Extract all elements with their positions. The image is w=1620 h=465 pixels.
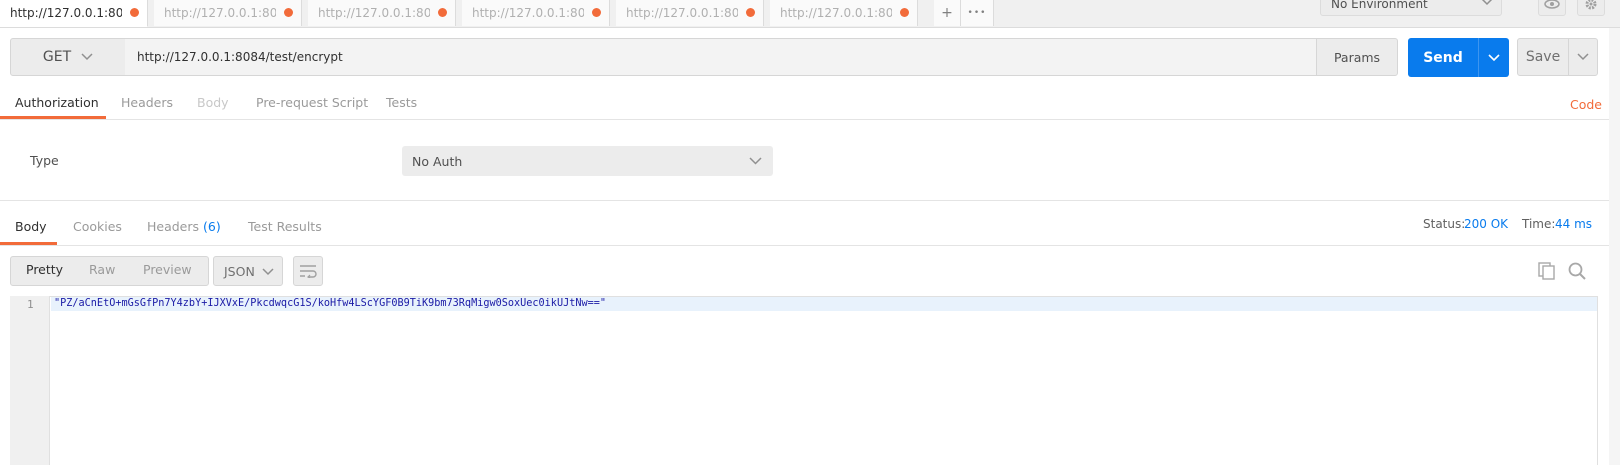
line-number-gutter [10, 296, 50, 465]
method-value: GET [42, 49, 72, 65]
tab-label: Body [15, 219, 47, 234]
manage-environments-button[interactable] [1577, 0, 1605, 16]
request-tab-3[interactable]: http://127.0.0.1:8084 [308, 0, 456, 26]
unsaved-dot-icon [438, 8, 447, 17]
request-tab-6[interactable]: http://127.0.0.1:8084 [770, 0, 918, 26]
format-raw-button[interactable]: Raw [89, 262, 115, 277]
url-input[interactable]: http://127.0.0.1:8084/test/encrypt [125, 38, 1317, 76]
tab-label: Tests [386, 95, 418, 110]
chevron-down-icon [749, 157, 762, 165]
unsaved-dot-icon [130, 8, 139, 17]
tab-tests[interactable]: Tests [386, 95, 417, 117]
response-tab-cookies[interactable]: Cookies [73, 219, 122, 234]
search-button[interactable] [1568, 262, 1586, 283]
tab-label: Body [197, 95, 229, 110]
unsaved-dot-icon [900, 8, 909, 17]
copy-icon [1538, 262, 1555, 280]
request-tab-4[interactable]: http://127.0.0.1:8084 [462, 0, 610, 26]
send-button[interactable]: Send [1408, 38, 1478, 77]
time-value: 44 ms [1555, 217, 1593, 231]
status-value: 200 OK [1464, 217, 1509, 231]
format-label: Preview [143, 262, 192, 277]
request-tab-1[interactable]: http://127.0.0.1:8084 [0, 0, 148, 27]
format-label: Pretty [26, 262, 64, 277]
add-tab-button[interactable]: + [934, 0, 961, 26]
wrap-lines-button[interactable] [293, 256, 323, 286]
environment-select-value: No Environment [1331, 0, 1428, 11]
save-options-button[interactable] [1568, 38, 1598, 76]
tab-label: http://127.0.0.1:8084 [626, 6, 738, 20]
request-tab-2[interactable]: http://127.0.0.1:8084 [154, 0, 302, 26]
auth-type-select[interactable]: No Auth [402, 146, 773, 176]
auth-type-label: Type [30, 153, 59, 168]
chevron-down-icon [81, 53, 93, 61]
gear-icon [1585, 0, 1597, 10]
format-preview-button[interactable]: Preview [143, 262, 192, 277]
tab-label: http://127.0.0.1:8084 [318, 6, 430, 20]
divider [0, 245, 1610, 246]
line-number: 1 [27, 298, 34, 311]
status-label: Status: [1423, 217, 1466, 231]
params-button[interactable]: Params [1316, 38, 1398, 76]
chevron-down-icon [1577, 53, 1589, 61]
search-icon [1568, 262, 1586, 280]
response-body-line: "PZ/aCnEtO+mGsGfPn7Y4zbY+IJXVxE/PkcdwqcG… [54, 298, 607, 309]
send-label: Send [1423, 49, 1463, 66]
code-link-label: Code [1570, 97, 1603, 112]
generate-code-link[interactable]: Code [1570, 97, 1602, 112]
tab-label: Test Results [248, 219, 322, 234]
tab-label: Cookies [73, 219, 122, 234]
auth-type-value: No Auth [412, 153, 463, 169]
tab-label: http://127.0.0.1:8084 [164, 6, 276, 20]
tab-authorization[interactable]: Authorization [15, 95, 99, 117]
wrap-icon [300, 265, 317, 278]
tab-label: http://127.0.0.1:8084 [10, 6, 122, 20]
method-select[interactable]: GET [10, 38, 126, 76]
send-options-button[interactable] [1478, 38, 1509, 77]
tab-label: http://127.0.0.1:8084 [472, 6, 584, 20]
language-select[interactable]: JSON [213, 256, 283, 286]
time-label: Time: [1522, 217, 1556, 231]
chevron-down-icon [262, 268, 274, 276]
response-tab-test-results[interactable]: Test Results [248, 219, 322, 234]
copy-button[interactable] [1538, 262, 1556, 283]
environment-quick-look-button[interactable] [1538, 0, 1566, 16]
response-body-editor[interactable] [10, 296, 1598, 465]
response-tab-body[interactable]: Body [15, 219, 47, 234]
eye-icon [1544, 0, 1560, 9]
save-button[interactable]: Save [1517, 38, 1569, 76]
chevron-down-icon [1488, 53, 1500, 61]
tab-label: http://127.0.0.1:8084 [780, 6, 892, 20]
tab-body: Body [197, 95, 229, 117]
chevron-down-icon [1481, 0, 1493, 6]
divider [0, 200, 1610, 201]
tab-label: Authorization [15, 95, 99, 110]
tab-label: Headers [121, 95, 174, 110]
language-value: JSON [224, 263, 255, 279]
format-label: Raw [89, 262, 116, 277]
tab-label: Headers [147, 219, 200, 234]
unsaved-dot-icon [592, 8, 601, 17]
tab-pre-request-script[interactable]: Pre-request Script [256, 95, 368, 117]
url-value: http://127.0.0.1:8084/test/encrypt [137, 50, 343, 64]
more-dots-icon: ••• [967, 8, 987, 18]
unsaved-dot-icon [284, 8, 293, 17]
format-pretty-button[interactable]: Pretty [26, 262, 63, 277]
headers-count-badge: (6) [203, 219, 221, 234]
request-tab-5[interactable]: http://127.0.0.1:8084 [616, 0, 764, 26]
divider [0, 119, 1610, 120]
tab-label: Pre-request Script [256, 95, 369, 110]
more-tabs-button[interactable]: ••• [961, 0, 994, 26]
plus-icon: + [941, 5, 953, 21]
environment-select[interactable]: No Environment [1320, 0, 1502, 16]
save-label: Save [1525, 49, 1561, 65]
params-label: Params [1333, 49, 1381, 65]
vertical-scrollbar[interactable] [1609, 28, 1620, 465]
response-tab-headers[interactable]: Headers (6) [147, 219, 221, 234]
unsaved-dot-icon [746, 8, 755, 17]
tab-headers[interactable]: Headers [121, 95, 173, 117]
